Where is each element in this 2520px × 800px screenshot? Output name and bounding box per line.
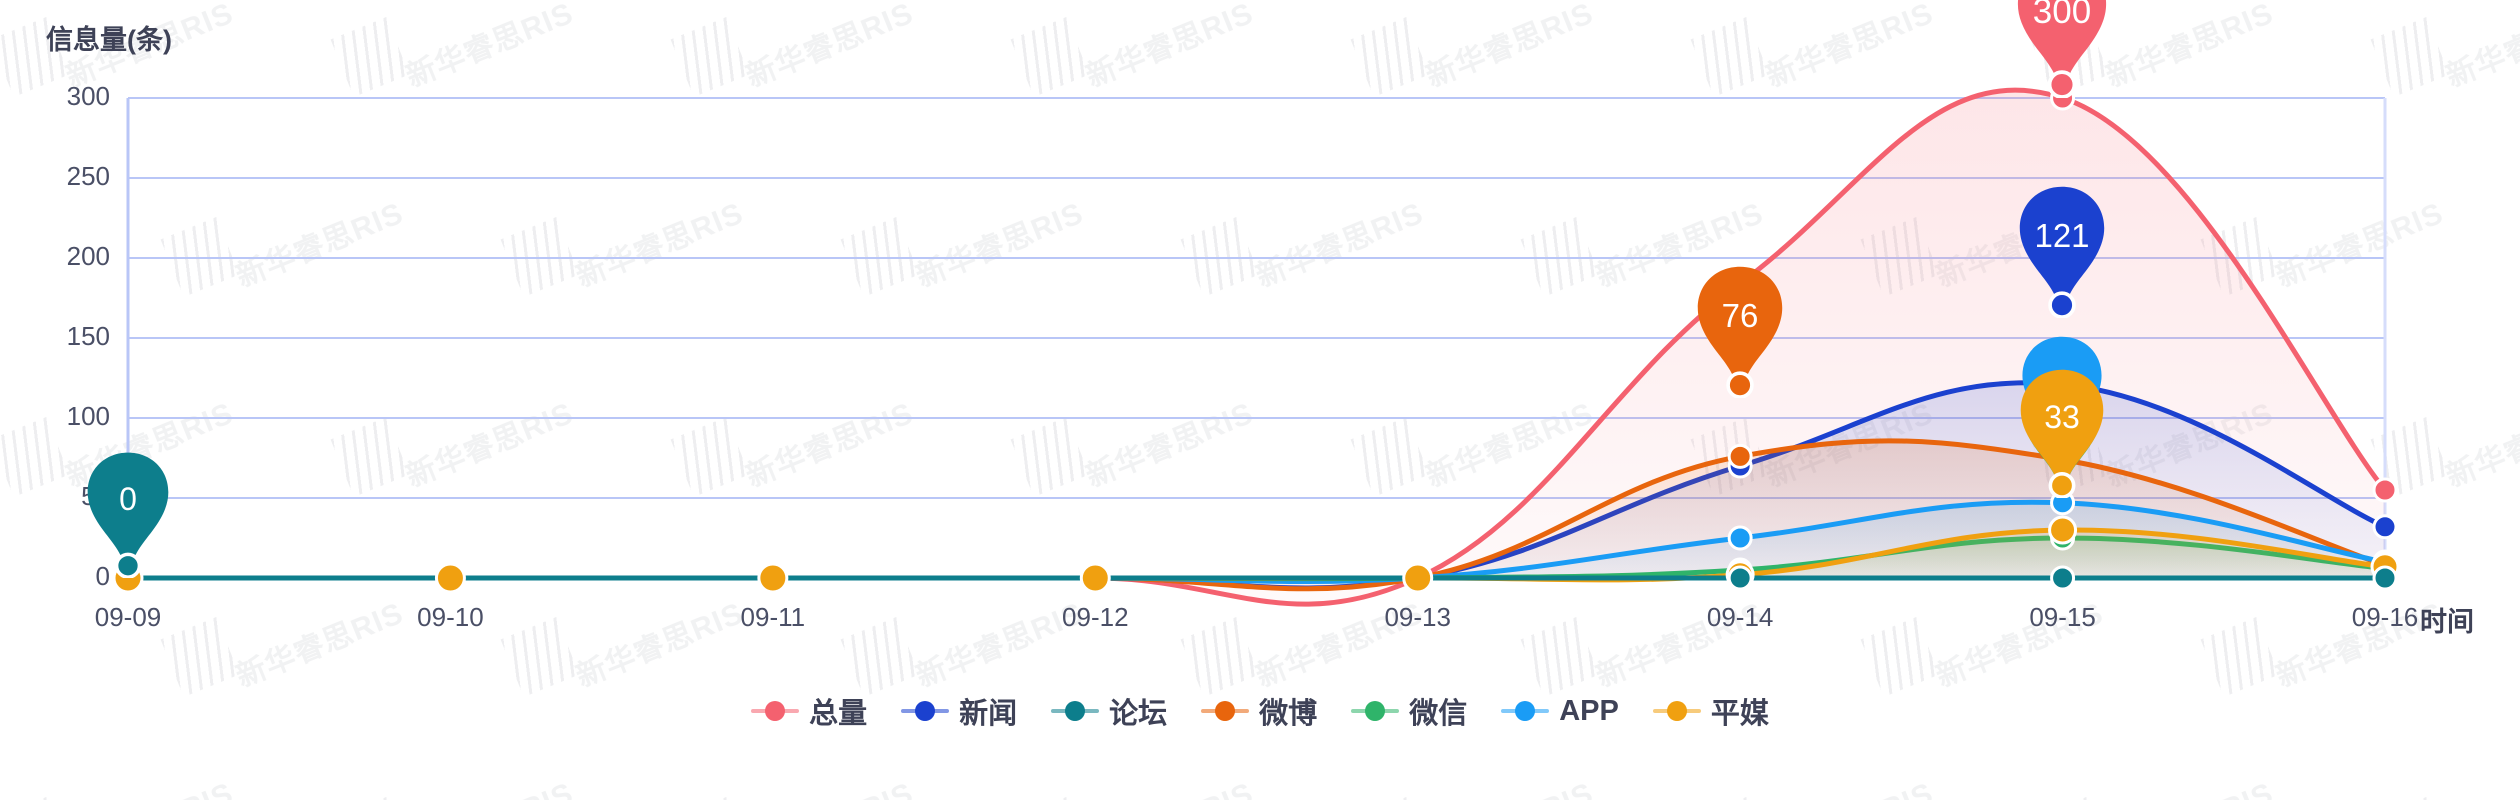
legend-label: 论坛 [1109,698,1168,730]
marker-平媒-09-12[interactable] [1079,562,1111,594]
x-axis-tick-09-12: 09-12 [1062,602,1129,632]
legend-label: 微信 [1409,698,1468,730]
legend-item-news[interactable]: 新闻 [901,690,1017,732]
y-axis-tick-0: 0 [95,561,110,591]
legend-marker-icon [1351,698,1400,724]
marker-总量-09-14[interactable] [1727,271,1753,297]
marker-平媒-09-15[interactable] [2048,515,2078,545]
legend-item-weibo[interactable]: 微博 [1201,690,1317,732]
legend-item-wechat[interactable]: 微信 [1351,690,1467,732]
legend-item-forum[interactable]: 论坛 [1051,690,1167,732]
marker-微博-09-14[interactable] [1727,443,1753,469]
x-axis-tick-09-14: 09-14 [1706,602,1774,632]
y-axis-tick-150: 150 [66,321,110,351]
marker-论坛-09-15[interactable] [2050,565,2076,591]
marker-总量-09-16[interactable] [2372,477,2398,503]
legend-marker-icon [1501,698,1550,724]
legend-marker-icon [901,698,950,724]
chart-root: 新华睿思RIS 新华睿思RIS 新华睿思RIS 新华睿思RIS 新华睿思RIS 新华睿思R… [0,0,2520,800]
marker-平媒-09-13[interactable] [1402,562,1434,594]
legend-marker-icon [1201,698,1250,724]
legend-marker-icon [751,698,800,724]
marker-APP-09-15[interactable] [2050,490,2076,516]
legend-label: 新闻 [959,698,1018,730]
marker-平媒-09-11[interactable] [757,562,789,594]
marker-论坛-09-14[interactable] [1727,565,1753,591]
chart-plot-area [112,85,2400,607]
series-area-平媒 [128,529,2385,580]
marker-新闻-09-16[interactable] [2372,514,2398,540]
marker-总量-09-15[interactable] [2050,85,2076,111]
x-axis-tick-09-11: 09-11 [740,602,806,632]
chart-legend: 总量 新闻 论坛 微博 微信 APP 平媒 [0,690,2520,732]
x-axis-tick-09-10: 09-10 [417,602,484,632]
legend-item-total[interactable]: 总量 [751,690,867,732]
marker-平媒-09-09[interactable] [112,562,144,594]
x-axis-tick-09-09: 09-09 [94,602,162,632]
legend-label: 总量 [809,698,868,730]
legend-marker-icon [1652,698,1701,724]
marker-微博-09-15[interactable] [2050,447,2076,473]
x-axis-title: 时间 [2420,607,2474,637]
y-axis-title: 信息量(条) [46,25,172,55]
y-axis-tick-50: 50 [81,481,110,511]
marker-论坛-09-16[interactable] [2372,565,2398,591]
x-axis-tick-09-13: 09-13 [1384,602,1451,632]
legend-label: 平媒 [1710,698,1769,730]
marker-新闻-09-15[interactable] [2050,371,2076,397]
legend-marker-icon [1051,698,1100,724]
legend-item-app[interactable]: APP [1501,695,1619,728]
x-axis-tick-09-15: 09-15 [2029,602,2096,632]
legend-item-print[interactable]: 平媒 [1652,690,1769,732]
y-axis-tick-300: 300 [66,81,110,111]
y-axis-tick-250: 250 [66,161,110,191]
y-axis-tick-200: 200 [66,241,110,271]
legend-label: APP [1559,694,1619,727]
marker-APP-09-14[interactable] [1727,525,1753,551]
series-平媒 [125,527,2388,583]
y-axis-tick-100: 100 [66,401,110,431]
legend-label: 微博 [1259,698,1318,730]
marker-平媒-09-10[interactable] [434,562,466,594]
